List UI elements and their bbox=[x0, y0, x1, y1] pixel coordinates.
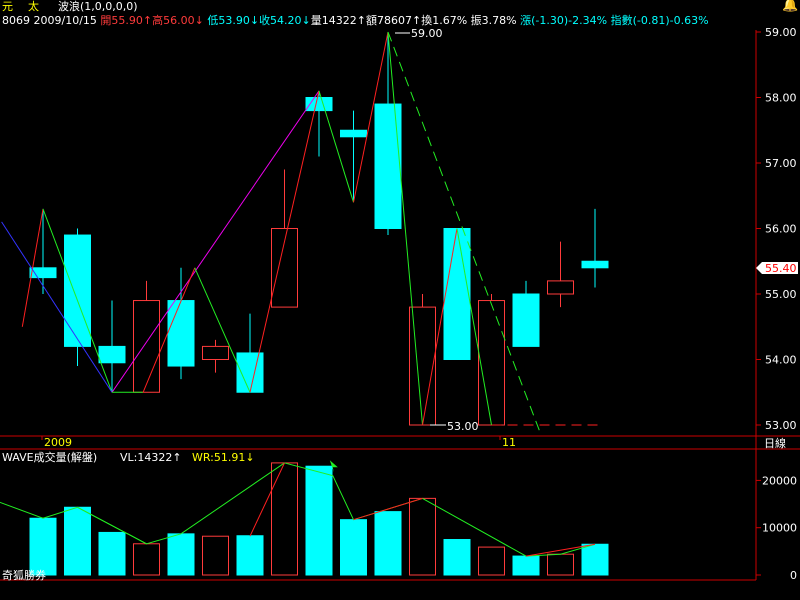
price-tick-label: 54.00 bbox=[765, 354, 797, 367]
price-tick-label: 58.00 bbox=[765, 92, 797, 105]
price-tick-label: 53.00 bbox=[765, 419, 797, 432]
volume-bar[interactable] bbox=[133, 543, 160, 576]
price-tick-label: 57.00 bbox=[765, 157, 797, 170]
candlestick-chart[interactable]: 53.00 54.00 55.00 56.00 57.00 58.00 59.00 0 100… bbox=[0, 0, 800, 600]
volume-bar[interactable] bbox=[64, 506, 91, 576]
candle-body[interactable] bbox=[374, 103, 402, 229]
candle-body[interactable] bbox=[547, 280, 574, 295]
price-tick-label: 59.00 bbox=[765, 26, 797, 39]
volume-bar[interactable] bbox=[409, 497, 436, 576]
volume-panel-title: WAVE成交量(解盤) bbox=[2, 450, 97, 464]
volume-bar[interactable] bbox=[512, 555, 540, 576]
date-label-11: 11 bbox=[502, 436, 516, 449]
candle-body[interactable] bbox=[29, 267, 57, 279]
current-price-label: 55.40 bbox=[765, 262, 797, 275]
volume-tick-label: 10000 bbox=[762, 522, 797, 535]
volume-bar[interactable] bbox=[547, 553, 574, 576]
wave-line bbox=[1, 221, 113, 393]
candle-body[interactable] bbox=[167, 300, 195, 367]
candle-body[interactable] bbox=[202, 345, 229, 360]
volume-bar[interactable] bbox=[236, 535, 264, 576]
candle-body[interactable] bbox=[98, 345, 126, 364]
candle-body[interactable] bbox=[478, 300, 505, 426]
volume-tick-label: 0 bbox=[790, 569, 797, 582]
date-label-2009: 2009 bbox=[44, 436, 72, 449]
price-tick-label: 55.00 bbox=[765, 288, 797, 301]
volume-bar[interactable] bbox=[98, 531, 126, 576]
candle-body[interactable] bbox=[443, 228, 471, 360]
volume-bar[interactable] bbox=[340, 519, 367, 576]
low-marker-label: 53.00 bbox=[447, 420, 479, 433]
stock-chart-window: 元 太 波浪(1,0,0,0,0) 🔔 8069 2009/10/15 開55.… bbox=[0, 0, 800, 600]
candle-body[interactable] bbox=[133, 300, 160, 393]
candle-body[interactable] bbox=[340, 129, 367, 138]
wave-line bbox=[318, 90, 354, 203]
price-tick-label: 56.00 bbox=[765, 223, 797, 236]
volume-bar[interactable] bbox=[271, 462, 298, 576]
wave-line bbox=[249, 90, 320, 393]
volume-wr: WR:51.91↓ bbox=[192, 451, 255, 464]
candle-body[interactable] bbox=[512, 293, 540, 347]
volume-vl: VL:14322↑ bbox=[120, 451, 182, 464]
volume-bar[interactable] bbox=[202, 535, 229, 576]
candle-body[interactable] bbox=[64, 234, 91, 347]
volume-bar[interactable] bbox=[305, 465, 333, 576]
candle-body[interactable] bbox=[581, 260, 609, 269]
volume-bar[interactable] bbox=[443, 539, 471, 576]
volume-bar[interactable] bbox=[374, 511, 402, 576]
volume-bar[interactable] bbox=[478, 546, 505, 576]
volume-bar[interactable] bbox=[581, 543, 609, 576]
period-label[interactable]: 日線 bbox=[764, 436, 786, 450]
volume-tick-label: 20000 bbox=[762, 474, 797, 487]
wave-line bbox=[194, 267, 251, 393]
volume-bar[interactable] bbox=[29, 517, 57, 576]
watermark: 奇狐勝券 bbox=[2, 568, 46, 582]
volume-bar[interactable] bbox=[167, 533, 195, 576]
high-marker-label: 59.00 bbox=[411, 27, 443, 40]
